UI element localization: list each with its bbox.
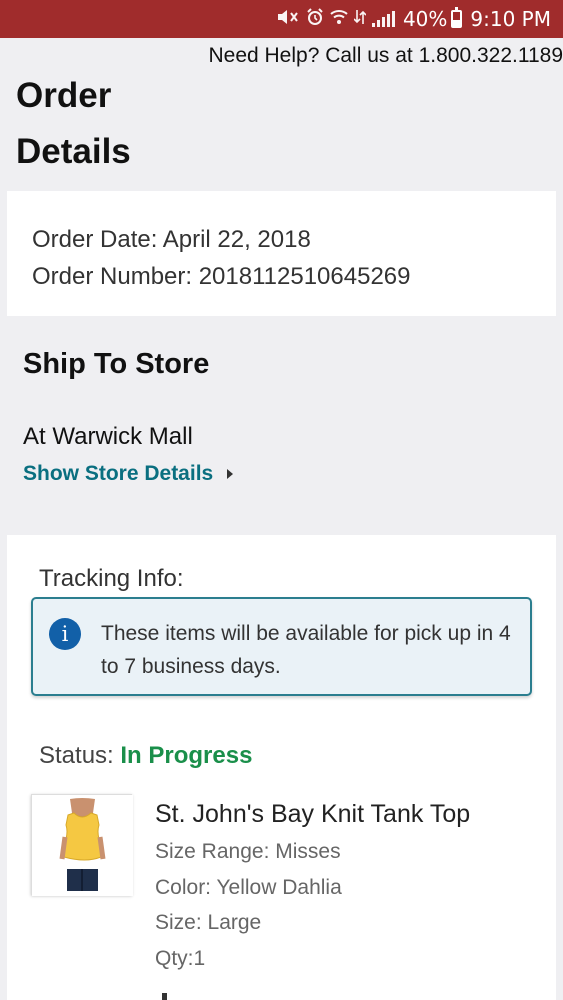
data-icon (353, 8, 367, 31)
show-store-details-label: Show Store Details (23, 462, 214, 485)
wifi-icon (330, 8, 348, 31)
help-phone-link[interactable]: Need Help? Call us at 1.800.322.1189 (163, 44, 563, 68)
product-name[interactable]: St. John's Bay Knit Tank Top (155, 800, 470, 829)
status-bar: 40% 9:10 PM (0, 0, 563, 38)
order-date: Order Date: April 22, 2018 (32, 226, 311, 253)
tracking-card: Tracking Info: i These items will be ava… (7, 535, 556, 1000)
clock: 9:10 PM (470, 7, 551, 31)
alarm-icon (306, 7, 324, 31)
caret-right-icon (227, 469, 234, 479)
battery-icon (451, 7, 463, 28)
pickup-info-text: These items will be available for pick u… (101, 622, 511, 678)
status-value: In Progress (120, 742, 253, 769)
mute-icon (276, 8, 300, 31)
cropped-text-fragment (162, 993, 167, 1000)
store-name: At Warwick Mall (23, 423, 193, 450)
battery-percent: 40% (402, 7, 448, 31)
status-icons (276, 7, 395, 31)
show-store-details-link[interactable]: Show Store Details (23, 462, 234, 486)
order-status: Status: In Progress (39, 742, 252, 770)
product-color: Color: Yellow Dahlia (155, 876, 342, 899)
tracking-info-label: Tracking Info: (39, 565, 184, 592)
page-title: Order Details (16, 76, 131, 171)
order-number: Order Number: 2018112510645269 (32, 263, 411, 290)
product-image[interactable] (31, 794, 133, 896)
tank-top-image (32, 795, 133, 896)
product-size-range: Size Range: Misses (155, 840, 341, 863)
info-icon: i (49, 618, 81, 650)
status-label: Status: (39, 742, 114, 769)
signal-icon (371, 11, 395, 27)
product-size: Size: Large (155, 911, 262, 934)
order-summary-card: Order Date: April 22, 2018 Order Number:… (7, 191, 556, 316)
product-quantity: Qty:1 (155, 947, 206, 970)
battery-fill (453, 20, 461, 26)
pickup-info-banner: i These items will be available for pick… (31, 597, 532, 696)
ship-to-store-heading: Ship To Store (23, 348, 210, 380)
